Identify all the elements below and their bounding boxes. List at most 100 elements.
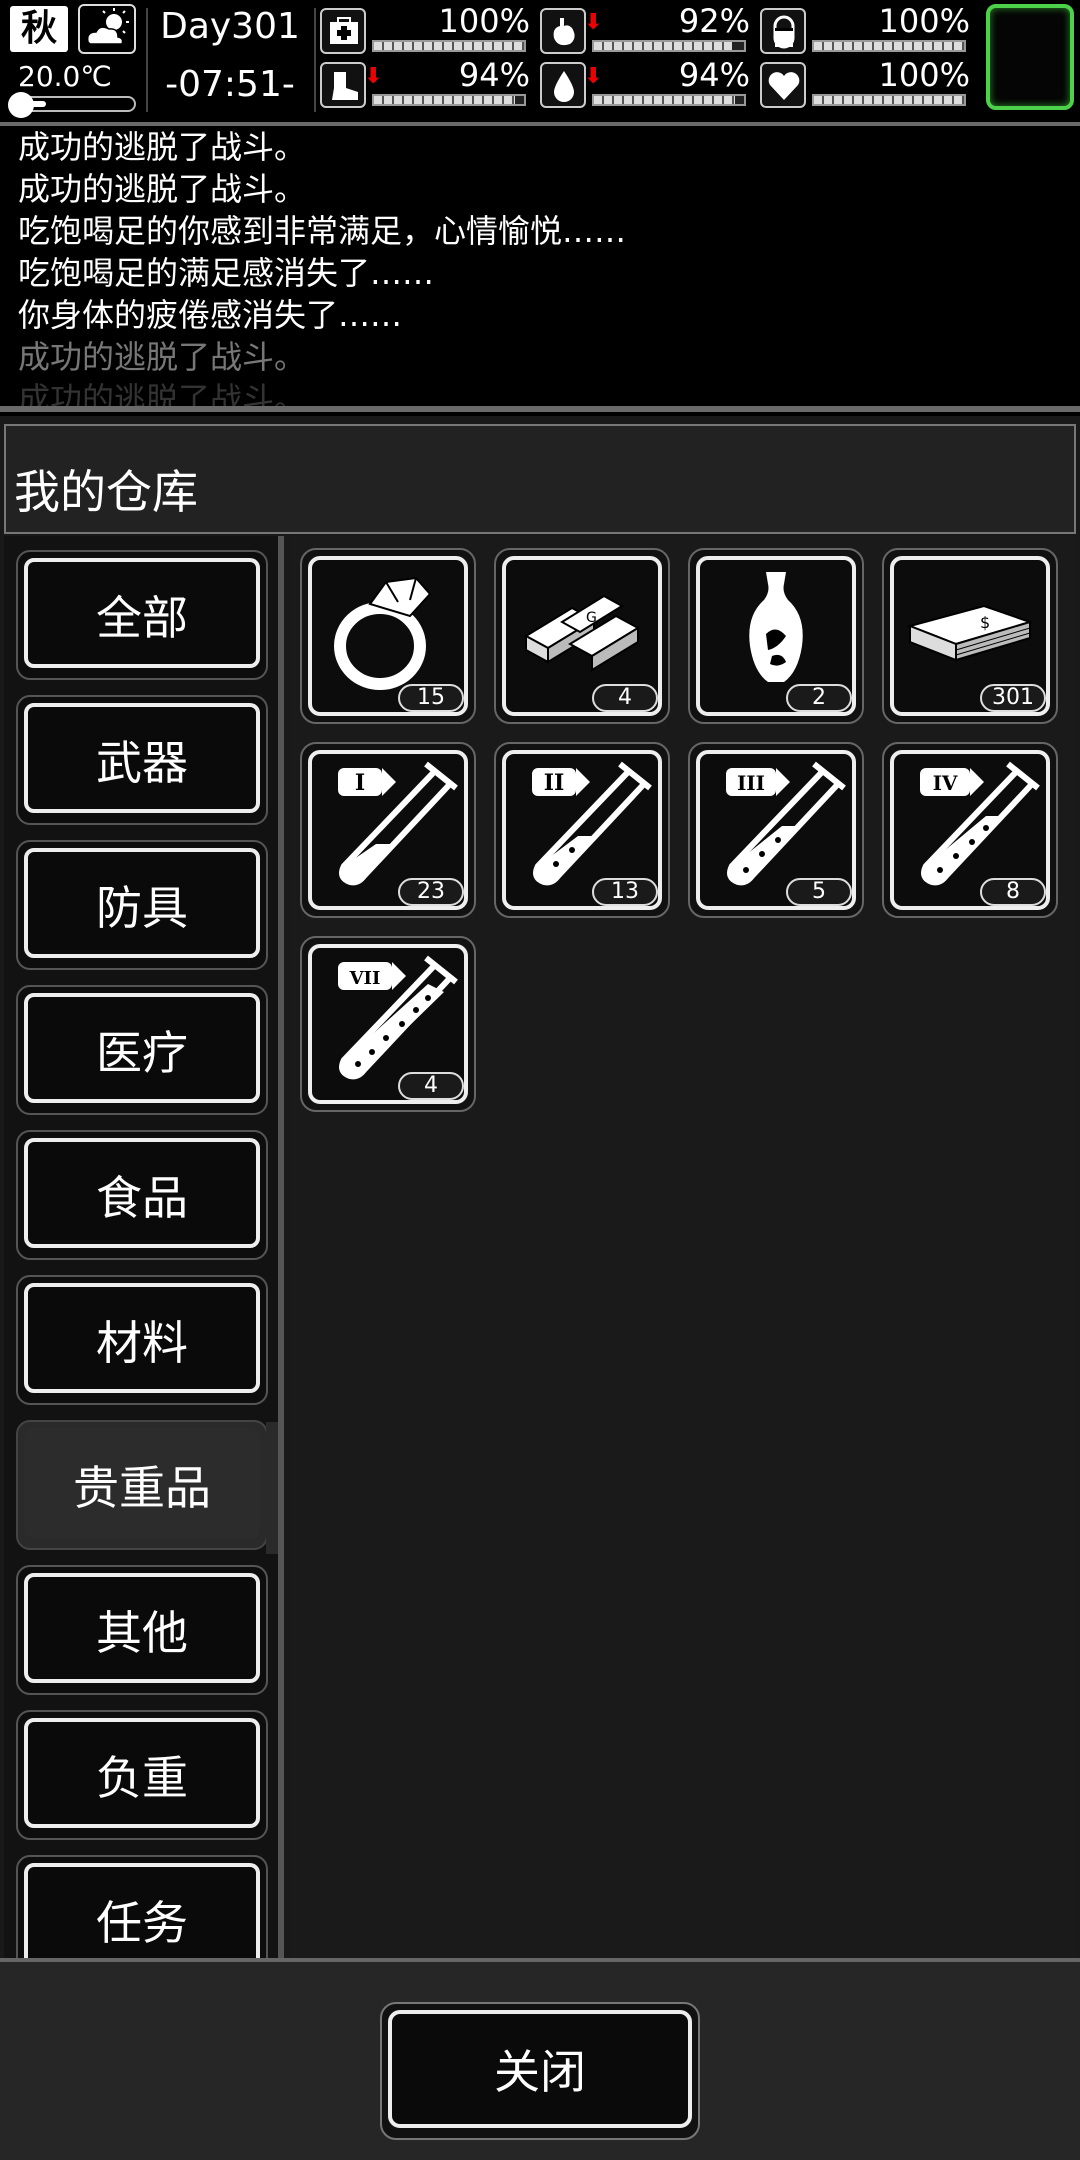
down-arrow-icon: ⬇ — [584, 10, 603, 35]
stamina-percent: 94% — [458, 56, 530, 94]
category-label: 武器 — [96, 736, 188, 790]
log-line: 成功的逃脱了战斗。 — [18, 128, 307, 166]
test-tube-ii-icon: II — [532, 761, 652, 886]
game-clock: -07:51- — [165, 64, 295, 105]
medkit-icon — [320, 8, 366, 54]
category-food-button[interactable]: 食品 — [16, 1130, 268, 1260]
season-badge: 秋 — [10, 6, 68, 52]
item-slot[interactable]: 15 — [300, 548, 476, 724]
category-label: 医疗 — [96, 1026, 188, 1080]
close-button[interactable]: 关闭 — [380, 2002, 700, 2140]
thirst-bar — [592, 94, 746, 106]
item-count: 4 — [592, 684, 658, 712]
log-line: 吃饱喝足的满足感消失了…… — [18, 254, 435, 292]
porcelain-vase-icon — [749, 572, 803, 682]
item-slot[interactable]: G 4 — [494, 548, 670, 724]
log-line: 成功的逃脱了战斗。 — [18, 338, 307, 376]
medicine-bar — [812, 40, 966, 52]
category-valuables-button[interactable]: 贵重品 — [16, 1420, 278, 1554]
item-count: 13 — [592, 878, 658, 906]
panel-title: 我的仓库 — [14, 465, 198, 519]
heart-icon — [760, 62, 806, 108]
category-carry-button[interactable]: 负重 — [16, 1710, 268, 1840]
category-label: 其他 — [96, 1606, 188, 1660]
panel-header: 我的仓库 — [4, 424, 1076, 534]
category-other-button[interactable]: 其他 — [16, 1565, 268, 1695]
category-all-button[interactable]: 全部 — [16, 550, 268, 680]
stat-thirst: ⬇ 94% — [540, 56, 750, 110]
boot-icon — [320, 62, 366, 108]
health-bar — [372, 40, 526, 52]
gold-bars-icon: G — [523, 594, 641, 672]
svg-text:VII: VII — [349, 968, 381, 989]
temperature-bar-fill — [26, 101, 46, 107]
diamond-ring-icon — [334, 576, 432, 690]
stamina-bar — [372, 94, 526, 106]
down-arrow-icon: ⬇ — [364, 64, 383, 89]
day-counter: Day301 — [160, 6, 300, 47]
stat-mood: 100% — [760, 56, 970, 110]
stat-medicine: 100% — [760, 2, 970, 56]
item-slot[interactable]: $ 301 — [882, 548, 1058, 724]
temperature-bar — [8, 92, 136, 118]
status-bar: 秋 20.0℃ Day301 -07:51- 100% ⬇ 92% 100% ⬇… — [0, 0, 1080, 120]
item-slot[interactable]: II 13 — [494, 742, 670, 918]
category-weapons-button[interactable]: 武器 — [16, 695, 268, 825]
pill-icon — [760, 8, 806, 54]
category-armor-button[interactable]: 防具 — [16, 840, 268, 970]
stomach-icon — [540, 8, 586, 54]
category-materials-button[interactable]: 材料 — [16, 1275, 268, 1405]
test-tube-i-icon: I — [338, 761, 458, 886]
item-slot[interactable]: 2 — [688, 548, 864, 724]
svg-text:III: III — [737, 771, 765, 795]
item-count: 5 — [786, 878, 852, 906]
close-button-label: 关闭 — [388, 2010, 692, 2128]
category-label: 材料 — [96, 1316, 188, 1370]
message-log[interactable]: 成功的逃脱了战斗。 成功的逃脱了战斗。 吃饱喝足的你感到非常满足，心情愉悦…… … — [0, 122, 1080, 412]
category-label: 食品 — [96, 1171, 188, 1225]
svg-text:G: G — [586, 610, 597, 626]
item-slot[interactable]: VII 4 — [300, 936, 476, 1112]
stat-stamina: ⬇ 94% — [320, 56, 530, 110]
down-arrow-icon: ⬇ — [584, 64, 603, 89]
item-slot[interactable]: III 5 — [688, 742, 864, 918]
svg-text:II: II — [544, 770, 565, 796]
test-tube-iii-icon: III — [726, 761, 846, 886]
svg-text:IV: IV — [933, 771, 958, 795]
divider — [146, 8, 148, 112]
item-slot[interactable]: IV 8 — [882, 742, 1058, 918]
log-line: 吃饱喝足的你感到非常满足，心情愉悦…… — [18, 212, 627, 250]
category-list[interactable]: 全部 武器 防具 医疗 食品 材料 贵重品 其他 负重 任务 — [4, 536, 284, 2074]
warehouse-panel: 我的仓库 全部 武器 防具 医疗 食品 材料 贵重品 其他 负重 任务 15 G… — [0, 416, 1080, 2160]
item-count: 23 — [398, 878, 464, 906]
item-count: 15 — [398, 684, 464, 712]
item-count: 301 — [980, 684, 1046, 712]
item-count: 8 — [980, 878, 1046, 906]
partly-cloudy-icon — [78, 4, 136, 54]
temperature-readout: 20.0℃ — [18, 60, 112, 93]
stat-hunger: ⬇ 92% — [540, 2, 750, 56]
hunger-percent: 92% — [678, 2, 750, 40]
log-line: 成功的逃脱了战斗。 — [18, 170, 307, 208]
log-line: 成功的逃脱了战斗。 — [18, 380, 307, 412]
stat-health: 100% — [320, 2, 530, 56]
category-label: 贵重品 — [73, 1461, 211, 1515]
item-count: 4 — [398, 1072, 464, 1100]
divider — [314, 8, 316, 112]
panel-footer: 关闭 — [0, 1958, 1080, 2160]
category-label: 防具 — [96, 881, 188, 935]
character-portrait-button[interactable] — [986, 4, 1074, 110]
item-grid: 15 G 4 2 $ 301 I 23 II 13 III 5 IV 8 VII… — [290, 536, 1076, 2074]
thirst-percent: 94% — [678, 56, 750, 94]
item-slot[interactable]: I 23 — [300, 742, 476, 918]
mood-percent: 100% — [878, 56, 970, 94]
health-percent: 100% — [438, 2, 530, 40]
test-tube-vii-icon: VII — [338, 955, 458, 1080]
svg-text:I: I — [355, 770, 365, 796]
item-count: 2 — [786, 684, 852, 712]
category-label: 负重 — [96, 1751, 188, 1805]
water-drop-icon — [540, 62, 586, 108]
category-medical-button[interactable]: 医疗 — [16, 985, 268, 1115]
cash-stack-icon: $ — [906, 604, 1034, 662]
category-label: 全部 — [96, 591, 188, 645]
